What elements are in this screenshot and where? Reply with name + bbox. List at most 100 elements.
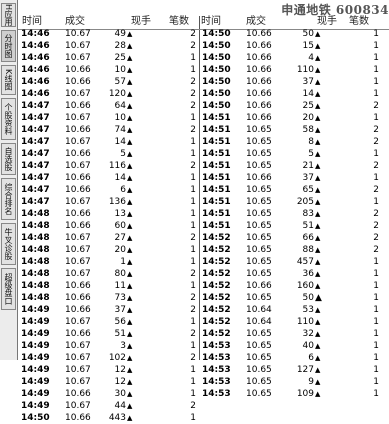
table-row[interactable]: 14:52 10.65 66 2 ▲ bbox=[199, 232, 389, 244]
table-row[interactable]: 14:52 10.65 36 1 ▲ bbox=[199, 268, 389, 280]
volume-cell: 73 bbox=[114, 293, 126, 303]
volume-cell: 14 bbox=[114, 173, 126, 183]
time-cell: 14:50 bbox=[202, 29, 231, 39]
table-row[interactable]: 14:48 10.67 80 2 ▲ bbox=[18, 268, 199, 280]
table-row[interactable]: 14:49 10.67 12 1 ▲ bbox=[18, 364, 199, 376]
table-row[interactable]: 14:53 10.65 127 1 ▲ bbox=[199, 364, 389, 376]
table-row[interactable]: 14:51 10.66 37 1 ▲ bbox=[199, 172, 389, 184]
table-row[interactable]: 14:51 10.65 205 1 ▲ bbox=[199, 196, 389, 208]
table-row[interactable]: 14:48 10.67 1 1 ▲ bbox=[18, 256, 199, 268]
table-row[interactable]: 14:49 10.67 102 2 ▲ bbox=[18, 352, 199, 364]
price-cell: 10.66 bbox=[65, 389, 91, 399]
price-cell: 10.65 bbox=[246, 365, 272, 375]
table-row[interactable]: 14:49 10.67 44 2 ▲ bbox=[18, 400, 199, 412]
table-row[interactable]: 14:46 10.67 49 2 ▲ bbox=[18, 28, 199, 40]
table-row[interactable]: 14:52 10.65 32 1 ▲ bbox=[199, 328, 389, 340]
table-row[interactable]: 14:47 10.67 14 1 ▲ bbox=[18, 136, 199, 148]
up-arrow-icon: ▲ bbox=[315, 126, 321, 134]
count-cell: 1 bbox=[373, 197, 379, 207]
table-row[interactable]: 14:50 10.66 110 1 ▲ bbox=[199, 64, 389, 76]
table-row[interactable]: 14:50 10.66 15 1 ▲ bbox=[199, 40, 389, 52]
table-row[interactable]: 14:51 10.65 8 2 ▲ bbox=[199, 136, 389, 148]
table-row[interactable]: 14:52 10.66 160 1 ▲ bbox=[199, 280, 389, 292]
table-row[interactable]: 14:49 10.66 51 2 ▲ bbox=[18, 328, 199, 340]
up-arrow-icon: ▲ bbox=[315, 318, 321, 326]
up-arrow-icon: ▲ bbox=[127, 306, 133, 314]
table-row[interactable]: 14:48 10.66 73 2 ▲ bbox=[18, 292, 199, 304]
table-row[interactable]: 14:51 10.65 58 2 ▲ bbox=[199, 124, 389, 136]
table-row[interactable]: 14:48 10.67 20 1 ▲ bbox=[18, 244, 199, 256]
price-cell: 10.67 bbox=[65, 353, 91, 363]
table-row[interactable]: 14:46 10.67 28 2 ▲ bbox=[18, 40, 199, 52]
count-cell: 1 bbox=[373, 377, 379, 387]
price-cell: 10.67 bbox=[65, 365, 91, 375]
table-row[interactable]: 14:51 10.65 5 1 ▲ bbox=[199, 148, 389, 160]
sidebar-item-timeshare[interactable]: 分时图 bbox=[1, 30, 16, 62]
table-row[interactable]: 14:47 10.67 116 2 ▲ bbox=[18, 160, 199, 172]
time-cell: 14:49 bbox=[21, 341, 50, 351]
up-arrow-icon: ▲ bbox=[127, 222, 133, 230]
sidebar-item-diagnosis[interactable]: 牛叉诊股 bbox=[1, 223, 16, 265]
table-row[interactable]: 14:53 10.65 40 1 ▲ bbox=[199, 340, 389, 352]
table-row[interactable]: 14:52 10.64 53 1 ▲ bbox=[199, 304, 389, 316]
price-cell: 10.66 bbox=[65, 149, 91, 159]
table-row[interactable]: 14:51 10.65 21 2 ▲ bbox=[199, 160, 389, 172]
sidebar-item-stock-info[interactable]: 个股资料 bbox=[1, 98, 16, 140]
count-cell: 1 bbox=[373, 293, 379, 303]
price-cell: 10.65 bbox=[246, 161, 272, 171]
price-cell: 10.65 bbox=[246, 137, 272, 147]
table-row[interactable]: 14:47 10.66 64 2 ▲ bbox=[18, 100, 199, 112]
up-arrow-icon: ▲ bbox=[315, 270, 321, 278]
table-row[interactable]: 14:47 10.66 74 2 ▲ bbox=[18, 124, 199, 136]
table-row[interactable]: 14:47 10.67 10 1 ▲ bbox=[18, 112, 199, 124]
count-cell: 1 bbox=[190, 221, 196, 231]
table-row[interactable]: 14:53 10.65 109 1 ▲ bbox=[199, 388, 389, 400]
table-row[interactable]: 14:50 10.66 14 1 ▲ bbox=[199, 88, 389, 100]
table-row[interactable]: 14:52 10.65 88 2 ▲ bbox=[199, 244, 389, 256]
table-row[interactable]: 14:51 10.65 65 2 ▲ bbox=[199, 184, 389, 196]
table-row[interactable]: 14:50 10.66 443 1 ▲ bbox=[18, 412, 199, 424]
count-cell: 1 bbox=[373, 77, 379, 87]
table-row[interactable]: 14:47 10.66 14 1 ▲ bbox=[18, 172, 199, 184]
time-cell: 14:48 bbox=[21, 281, 50, 291]
sidebar-item-ranking[interactable]: 综合排名 bbox=[1, 178, 16, 220]
table-row[interactable]: 14:47 10.66 6 1 ▲ bbox=[18, 184, 199, 196]
sidebar-item-watchlist[interactable]: 自选股 bbox=[1, 143, 16, 175]
table-row[interactable]: 14:49 10.66 30 1 ▲ bbox=[18, 388, 199, 400]
sidebar-item-kline[interactable]: K线图 bbox=[1, 65, 16, 95]
table-row[interactable]: 14:49 10.66 37 2 ▲ bbox=[18, 304, 199, 316]
time-cell: 14:51 bbox=[202, 173, 231, 183]
table-row[interactable]: 14:51 10.66 20 1 ▲ bbox=[199, 112, 389, 124]
up-arrow-icon: ▲ bbox=[127, 366, 133, 374]
table-row[interactable]: 14:50 10.66 25 2 ▲ bbox=[199, 100, 389, 112]
table-row[interactable]: 14:47 10.66 5 1 ▲ bbox=[18, 148, 199, 160]
table-row[interactable]: 14:53 10.65 6 1 ▲ bbox=[199, 352, 389, 364]
price-cell: 10.67 bbox=[65, 401, 91, 411]
table-row[interactable]: 14:48 10.66 13 1 ▲ bbox=[18, 208, 199, 220]
table-row[interactable]: 14:52 10.65 457 1 ▲ bbox=[199, 256, 389, 268]
table-row[interactable]: 14:46 10.67 25 1 ▲ bbox=[18, 52, 199, 64]
price-cell: 10.64 bbox=[246, 305, 272, 315]
table-row[interactable]: 14:53 10.65 9 1 ▲ bbox=[199, 376, 389, 388]
table-row[interactable]: 14:52 10.64 110 1 ▲ bbox=[199, 316, 389, 328]
table-row[interactable]: 14:49 10.67 12 1 ▲ bbox=[18, 376, 199, 388]
table-row[interactable]: 14:46 10.66 57 2 ▲ bbox=[18, 76, 199, 88]
table-row[interactable]: 14:50 10.66 4 1 ▲ bbox=[199, 52, 389, 64]
table-row[interactable]: 14:46 10.66 10 1 ▲ bbox=[18, 64, 199, 76]
table-row[interactable]: 14:50 10.66 50 1 ▲ bbox=[199, 28, 389, 40]
table-row[interactable]: 14:47 10.67 136 1 ▲ bbox=[18, 196, 199, 208]
table-row[interactable]: 14:49 10.67 3 1 ▲ bbox=[18, 340, 199, 352]
table-row[interactable]: 14:49 10.67 56 1 ▲ bbox=[18, 316, 199, 328]
table-row[interactable]: 14:51 10.65 51 2 ▲ bbox=[199, 220, 389, 232]
time-cell: 14:49 bbox=[21, 329, 50, 339]
table-row[interactable]: 14:52 10.65 50 1 ▲ bbox=[199, 292, 389, 304]
sidebar-item-apps[interactable]: H应用 bbox=[1, 3, 16, 27]
table-row[interactable]: 14:48 10.67 27 2 ▲ bbox=[18, 232, 199, 244]
table-row[interactable]: 14:46 10.67 120 2 ▲ bbox=[18, 88, 199, 100]
table-row[interactable]: 14:48 10.66 11 1 ▲ bbox=[18, 280, 199, 292]
table-row[interactable]: 14:50 10.66 37 1 ▲ bbox=[199, 76, 389, 88]
table-row[interactable]: 14:48 10.66 60 1 ▲ bbox=[18, 220, 199, 232]
up-arrow-icon: ▲ bbox=[127, 354, 133, 362]
table-row[interactable]: 14:51 10.65 83 2 ▲ bbox=[199, 208, 389, 220]
sidebar-item-super-quote[interactable]: 超级盘口 bbox=[1, 268, 16, 310]
